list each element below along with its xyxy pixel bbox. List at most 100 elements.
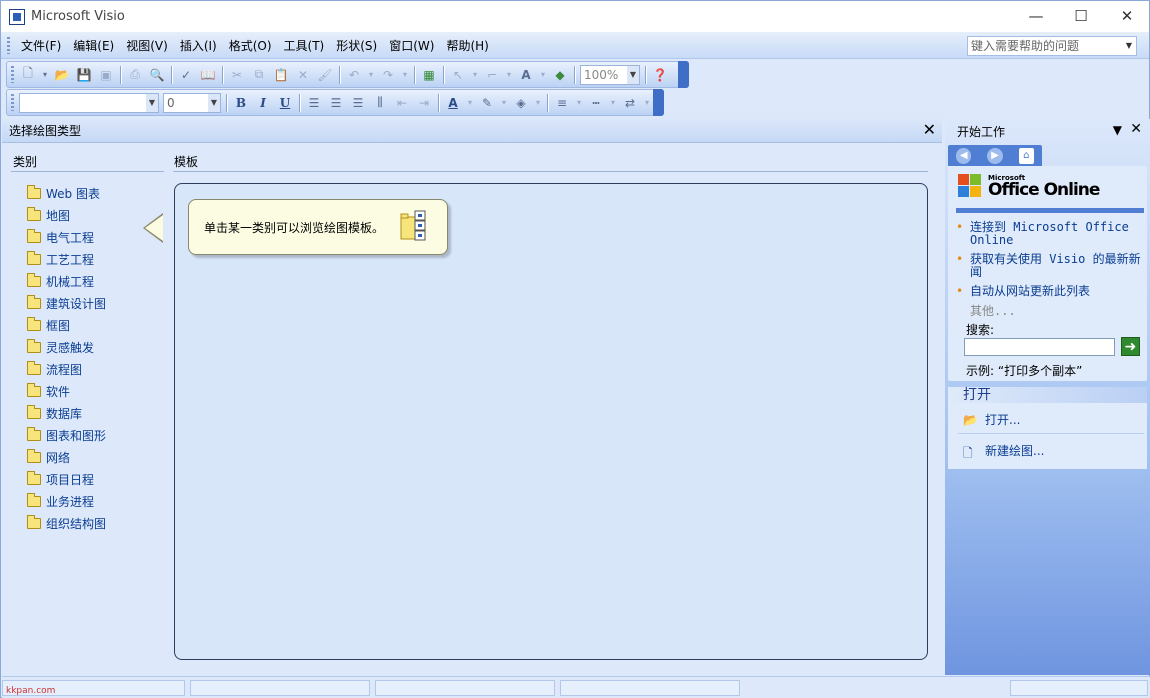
menu-shape[interactable]: 形状(S) bbox=[330, 37, 383, 54]
chevron-down-icon[interactable]: ▼ bbox=[1123, 37, 1135, 55]
chevron-down-icon[interactable]: ▼ bbox=[146, 93, 158, 112]
minimize-button[interactable]: — bbox=[1013, 1, 1059, 32]
spelling-icon[interactable]: ✓ bbox=[177, 66, 195, 84]
chevron-down-icon[interactable]: ▾ bbox=[471, 66, 479, 84]
help-icon[interactable]: ❓ bbox=[651, 66, 669, 84]
align-right-icon[interactable]: ☰ bbox=[349, 94, 367, 112]
bold-button[interactable]: B bbox=[232, 94, 250, 112]
chevron-down-icon[interactable]: ▼ bbox=[627, 65, 639, 84]
stamp-icon[interactable]: ◆ bbox=[551, 66, 569, 84]
link-auto-update[interactable]: 自动从网站更新此列表 bbox=[956, 285, 1145, 299]
redo-icon[interactable]: ↷ bbox=[379, 66, 397, 84]
home-icon[interactable]: ⌂ bbox=[1018, 147, 1034, 164]
delete-icon[interactable]: ✕ bbox=[294, 66, 312, 84]
category-item[interactable]: 项目日程 bbox=[27, 468, 106, 490]
font-size-select[interactable]: 0 ▼ bbox=[163, 92, 221, 113]
category-item[interactable]: Web 图表 bbox=[27, 182, 106, 204]
format-painter-icon[interactable]: 🖌 bbox=[316, 66, 334, 84]
maximize-button[interactable]: ☐ bbox=[1058, 1, 1104, 32]
toolbar-grip[interactable] bbox=[11, 94, 14, 111]
underline-button[interactable]: U bbox=[276, 94, 294, 112]
print-icon[interactable]: ⎙ bbox=[126, 66, 144, 84]
fill-color-icon[interactable]: ◈ bbox=[512, 94, 530, 112]
line-weight-icon[interactable]: ≡ bbox=[553, 94, 571, 112]
cut-icon[interactable]: ✂ bbox=[228, 66, 246, 84]
chevron-down-icon[interactable]: ▾ bbox=[575, 94, 583, 112]
decrease-indent-icon[interactable]: ⇤ bbox=[393, 94, 411, 112]
category-item[interactable]: 软件 bbox=[27, 380, 106, 402]
category-item[interactable]: 灵感触发 bbox=[27, 336, 106, 358]
chevron-down-icon[interactable]: ▾ bbox=[401, 66, 409, 84]
category-item[interactable]: 框图 bbox=[27, 314, 106, 336]
chevron-down-icon[interactable]: ▾ bbox=[41, 66, 49, 84]
toolbar-grip[interactable] bbox=[11, 66, 14, 83]
chevron-down-icon[interactable]: ▼ bbox=[208, 93, 220, 112]
chevron-down-icon[interactable]: ▾ bbox=[367, 66, 375, 84]
permission-icon[interactable]: ▣ bbox=[97, 66, 115, 84]
connector-tool-icon[interactable]: ⌐ bbox=[483, 66, 501, 84]
undo-icon[interactable]: ↶ bbox=[345, 66, 363, 84]
chevron-down-icon[interactable]: ▾ bbox=[466, 94, 474, 112]
close-icon[interactable]: ✕ bbox=[923, 120, 936, 139]
menu-format[interactable]: 格式(O) bbox=[223, 37, 278, 54]
new-drawing-link[interactable]: 🗋 新建绘图... bbox=[963, 442, 1044, 460]
zoom-select[interactable]: 100% ▼ bbox=[580, 64, 640, 85]
justify-icon[interactable]: ⫼ bbox=[371, 94, 389, 112]
menu-view[interactable]: 视图(V) bbox=[120, 37, 174, 54]
category-item[interactable]: 建筑设计图 bbox=[27, 292, 106, 314]
pointer-tool-icon[interactable]: ↖ bbox=[449, 66, 467, 84]
category-item[interactable]: 机械工程 bbox=[27, 270, 106, 292]
menu-tools[interactable]: 工具(T) bbox=[278, 37, 331, 54]
text-tool-icon[interactable]: A bbox=[517, 66, 535, 84]
chevron-down-icon[interactable]: ▼ bbox=[1113, 123, 1122, 137]
close-button[interactable]: ✕ bbox=[1104, 1, 1150, 32]
search-input[interactable] bbox=[964, 338, 1115, 356]
menu-help[interactable]: 帮助(H) bbox=[440, 37, 494, 54]
line-pattern-icon[interactable]: ┅ bbox=[587, 94, 605, 112]
menu-grip[interactable] bbox=[7, 36, 10, 54]
copy-icon[interactable]: ⧉ bbox=[250, 66, 268, 84]
shapes-icon[interactable]: ▦ bbox=[420, 66, 438, 84]
category-item[interactable]: 图表和图形 bbox=[27, 424, 106, 446]
menu-window[interactable]: 窗口(W) bbox=[383, 37, 440, 54]
category-item[interactable]: 电气工程 bbox=[27, 226, 106, 248]
align-left-icon[interactable]: ☰ bbox=[305, 94, 323, 112]
line-ends-icon[interactable]: ⇄ bbox=[621, 94, 639, 112]
chevron-down-icon[interactable]: ▾ bbox=[500, 94, 508, 112]
link-more[interactable]: 其他... bbox=[970, 302, 1145, 319]
print-preview-icon[interactable]: 🔍 bbox=[148, 66, 166, 84]
category-item[interactable]: 流程图 bbox=[27, 358, 106, 380]
link-connect-office-online[interactable]: 连接到 Microsoft Office Online bbox=[956, 221, 1145, 247]
search-go-button[interactable]: ➜ bbox=[1121, 337, 1140, 356]
increase-indent-icon[interactable]: ⇥ bbox=[415, 94, 433, 112]
new-icon[interactable]: 🗋 bbox=[19, 66, 37, 84]
help-search-input[interactable]: 键入需要帮助的问题 ▼ bbox=[967, 36, 1137, 56]
menu-edit[interactable]: 编辑(E) bbox=[67, 37, 120, 54]
toolbar-options-button[interactable] bbox=[653, 89, 664, 116]
chevron-down-icon[interactable]: ▾ bbox=[609, 94, 617, 112]
category-item[interactable]: 数据库 bbox=[27, 402, 106, 424]
paste-icon[interactable]: 📋 bbox=[272, 66, 290, 84]
chevron-down-icon[interactable]: ▾ bbox=[539, 66, 547, 84]
menu-file[interactable]: 文件(F) bbox=[15, 37, 67, 54]
close-icon[interactable]: ✕ bbox=[1130, 121, 1142, 137]
category-item[interactable]: 地图 bbox=[27, 204, 106, 226]
open-icon[interactable]: 📂 bbox=[53, 66, 71, 84]
link-latest-news[interactable]: 获取有关使用 Visio 的最新新闻 bbox=[956, 253, 1145, 279]
font-select[interactable]: ▼ bbox=[19, 92, 159, 113]
category-item[interactable]: 网络 bbox=[27, 446, 106, 468]
research-icon[interactable]: 📖 bbox=[199, 66, 217, 84]
chevron-down-icon[interactable]: ▾ bbox=[534, 94, 542, 112]
open-link[interactable]: 📂 打开... bbox=[963, 411, 1020, 428]
toolbar-options-button[interactable] bbox=[678, 61, 689, 88]
category-item[interactable]: 组织结构图 bbox=[27, 512, 106, 534]
italic-button[interactable]: I bbox=[254, 94, 272, 112]
line-color-icon[interactable]: ✎ bbox=[478, 94, 496, 112]
chevron-down-icon[interactable]: ▾ bbox=[505, 66, 513, 84]
back-icon[interactable]: ◀ bbox=[956, 147, 972, 164]
save-icon[interactable]: 💾 bbox=[75, 66, 93, 84]
forward-icon[interactable]: ▶ bbox=[987, 147, 1003, 164]
align-center-icon[interactable]: ☰ bbox=[327, 94, 345, 112]
menu-insert[interactable]: 插入(I) bbox=[174, 37, 223, 54]
chevron-down-icon[interactable]: ▾ bbox=[643, 94, 651, 112]
